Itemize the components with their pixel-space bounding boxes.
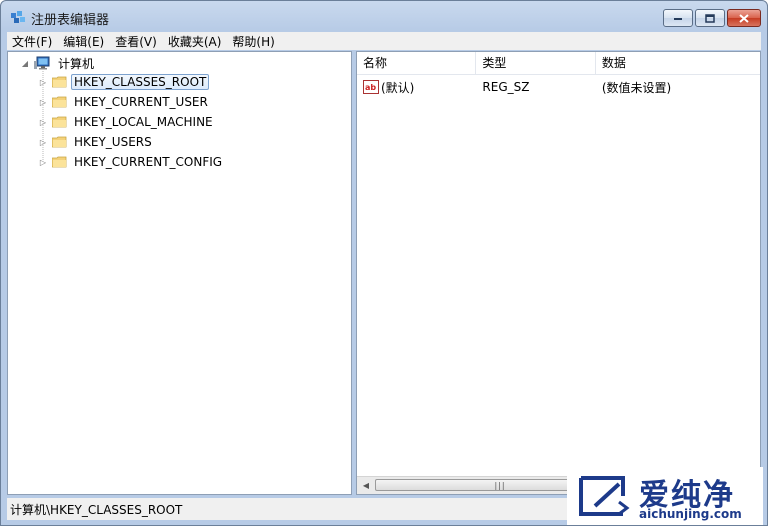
column-type-header[interactable]: 类型 (476, 52, 596, 74)
tree-node-computer[interactable]: ◢ 计算机 (20, 54, 97, 72)
tree-node-hkcc[interactable]: ▷ HKEY_CURRENT_CONFIG (38, 153, 225, 171)
table-row[interactable]: ab (默认) REG_SZ (数值未设置) (357, 78, 760, 96)
tree-label-hku: HKEY_USERS (74, 135, 152, 149)
values-pane[interactable]: 名称 类型 数据 ab (默认) REG_SZ (数值未设置) ◀ ||| (356, 51, 761, 495)
value-name-cell: ab (默认) (357, 79, 476, 96)
watermark: 爱纯净 aichunjing.com (567, 467, 763, 525)
regedit-window: 注册表编辑器 文件(F) 编辑(E) 查看(V) 收藏夹(A) 帮助(H) ◢ (0, 0, 768, 526)
menu-bar: 文件(F) 编辑(E) 查看(V) 收藏夹(A) 帮助(H) (7, 32, 761, 50)
watermark-logo-icon (579, 476, 630, 516)
close-icon (739, 13, 749, 23)
tree-node-hku[interactable]: ▷ HKEY_USERS (38, 133, 155, 151)
minimize-button[interactable] (663, 9, 693, 27)
value-name: (默认) (381, 80, 415, 95)
tree-node-hkcr[interactable]: ▷ HKEY_CLASSES_ROOT (38, 73, 210, 91)
regedit-app-icon (11, 11, 25, 23)
folder-icon (52, 156, 67, 168)
status-path: 计算机\HKEY_CLASSES_ROOT (10, 502, 183, 517)
tree-node-hkcu[interactable]: ▷ HKEY_CURRENT_USER (38, 93, 211, 111)
menu-view[interactable]: 查看(V) (110, 33, 162, 50)
collapse-arrow-icon[interactable]: ◢ (20, 58, 30, 68)
value-type: REG_SZ (482, 80, 530, 94)
expand-arrow-icon[interactable]: ▷ (38, 137, 48, 147)
expand-arrow-icon[interactable]: ▷ (38, 157, 48, 167)
minimize-icon (674, 18, 682, 20)
svg-text:ab: ab (365, 83, 376, 92)
menu-file[interactable]: 文件(F) (7, 33, 57, 50)
folder-icon (52, 116, 67, 128)
close-button[interactable] (727, 9, 761, 27)
expand-arrow-icon[interactable]: ▷ (38, 97, 48, 107)
column-data-header[interactable]: 数据 (596, 52, 760, 74)
menu-favorites[interactable]: 收藏夹(A) (163, 33, 227, 50)
tree-label-hkcr: HKEY_CLASSES_ROOT (71, 74, 210, 90)
tree-label-hkcu: HKEY_CURRENT_USER (74, 95, 208, 109)
tree-label-hklm: HKEY_LOCAL_MACHINE (74, 115, 213, 129)
folder-icon (52, 76, 67, 88)
title-bar[interactable]: 注册表编辑器 (1, 1, 767, 31)
maximize-button[interactable] (695, 9, 725, 27)
folder-icon (52, 96, 67, 108)
tree-label-computer: 计算机 (58, 56, 95, 71)
expand-arrow-icon[interactable]: ▷ (38, 77, 48, 87)
string-value-icon: ab (363, 80, 379, 94)
expand-arrow-icon[interactable]: ▷ (38, 117, 48, 127)
menu-edit[interactable]: 编辑(E) (58, 33, 109, 50)
folder-icon (52, 136, 67, 148)
tree-label-hkcc: HKEY_CURRENT_CONFIG (74, 155, 223, 169)
watermark-url: aichunjing.com (639, 507, 742, 521)
menu-help[interactable]: 帮助(H) (227, 33, 279, 50)
window-title: 注册表编辑器 (31, 13, 110, 28)
column-header: 名称 类型 数据 (357, 52, 760, 75)
computer-icon (34, 56, 50, 70)
column-name-header[interactable]: 名称 (357, 52, 477, 74)
tree-pane[interactable]: ◢ 计算机 ▷ HKEY_CLASSES_ROOT ▷ HKEY_CURRENT… (7, 51, 352, 495)
tree-node-hklm[interactable]: ▷ HKEY_LOCAL_MACHINE (38, 113, 216, 131)
value-data: (数值未设置) (601, 80, 672, 95)
scroll-left-icon[interactable]: ◀ (358, 478, 374, 493)
maximize-icon (705, 13, 715, 23)
